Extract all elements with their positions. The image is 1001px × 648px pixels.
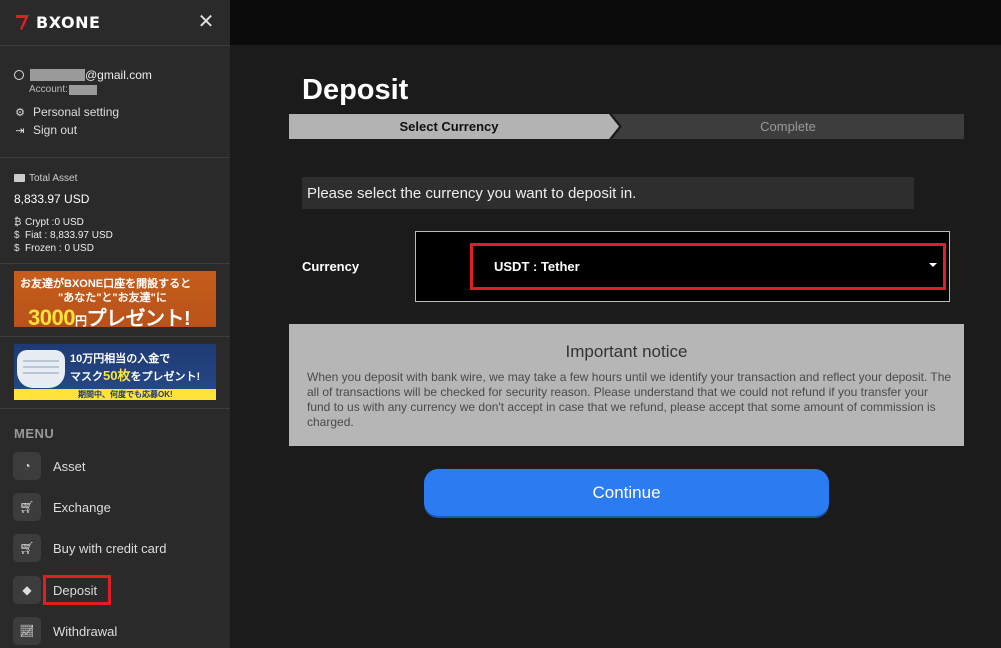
email-suffix: @gmail.com	[85, 67, 152, 82]
dollar-icon: $	[14, 230, 20, 241]
close-sidebar-button[interactable]: ✕	[197, 11, 215, 33]
referral-banner[interactable]: お友達がBXONE口座を開設すると "あなた"と"お友達"に 3000円プレゼン…	[14, 271, 216, 327]
account-email: @gmail.com	[14, 67, 224, 82]
total-asset-value: 8,833.97 USD	[14, 192, 90, 206]
chart-icon: 📈︎	[13, 617, 41, 645]
banner2-line2-b: をプレゼント!	[130, 371, 201, 383]
wallet-icon	[14, 174, 25, 182]
page-title: Deposit	[302, 74, 409, 106]
personal-setting-label: Personal setting	[33, 105, 120, 119]
sign-out-icon: ⇥	[15, 124, 25, 137]
menu-item-withdrawal[interactable]: 📈︎ Withdrawal	[13, 617, 218, 645]
account-label: Account:	[29, 84, 68, 95]
dollar-icon: $	[14, 243, 20, 254]
bitcoin-icon: ₿	[14, 217, 22, 228]
top-bar	[230, 0, 1001, 45]
banner1-amount: 3000	[28, 305, 75, 327]
instruction-text: Please select the currency you want to d…	[302, 177, 914, 209]
close-icon: ✕	[197, 11, 215, 33]
banner2-line2: マスク50枚をプレゼント!	[70, 365, 200, 384]
banner1-suffix: プレゼント!	[86, 308, 191, 327]
currency-label: Currency	[302, 259, 360, 274]
important-notice: Important notice When you deposit with b…	[289, 324, 964, 446]
asset-panel: Total Asset 8,833.97 USD ₿ Crypt : 0 USD…	[14, 172, 224, 255]
fiat-value: 8,833.97 USD	[50, 230, 113, 241]
sign-out-label: Sign out	[33, 123, 78, 137]
gear-icon: ⚙	[15, 106, 25, 119]
logo-mark-icon	[14, 13, 30, 31]
divider	[0, 157, 230, 158]
banner2-line2-a: マスク	[70, 371, 103, 383]
banner1-line3: 3000円プレゼント!	[28, 302, 191, 327]
crypt-line: ₿ Crypt : 0 USD	[14, 216, 224, 229]
sign-out-link[interactable]: ⇥ Sign out	[14, 123, 224, 137]
frozen-value: 0 USD	[64, 243, 94, 254]
mask-icon	[17, 350, 65, 388]
menu-item-label: Withdrawal	[53, 623, 118, 639]
divider	[0, 45, 230, 46]
frozen-line: $ Frozen : 0 USD	[14, 242, 224, 255]
redacted-email	[30, 68, 85, 81]
menu-item-asset[interactable]: ◔ Asset	[13, 452, 218, 480]
sidebar: BXONE ✕ @gmail.com Account: ⚙ Personal s…	[0, 0, 230, 648]
asset-breakdown: ₿ Crypt : 0 USD $ Fiat : 8,833.97 USD $ …	[14, 216, 224, 255]
total-asset-heading: Total Asset	[14, 172, 224, 184]
fiat-line: $ Fiat : 8,833.97 USD	[14, 229, 224, 242]
banner2-line3: 期間中、何度でも応募OK!	[14, 389, 216, 400]
deposit-highlight-box	[43, 575, 111, 605]
notice-body: When you deposit with bank wire, we may …	[307, 370, 952, 429]
menu-item-exchange[interactable]: 🛒︎ Exchange	[13, 493, 218, 521]
divider	[0, 408, 230, 409]
crypt-label: Crypt :	[25, 217, 55, 228]
account-panel: @gmail.com Account: ⚙ Personal setting ⇥…	[14, 67, 224, 137]
cart-icon: 🛒︎	[13, 534, 41, 562]
caret-down-icon	[929, 263, 937, 267]
fiat-label: Fiat :	[25, 230, 48, 241]
menu-item-label: Asset	[53, 458, 86, 474]
app-root: BXONE ✕ @gmail.com Account: ⚙ Personal s…	[0, 0, 1001, 648]
menu-item-buy-credit-card[interactable]: 🛒︎ Buy with credit card	[13, 534, 218, 562]
step-complete: Complete	[612, 114, 964, 139]
notice-title: Important notice	[565, 342, 688, 361]
divider	[0, 263, 230, 264]
brand-logo[interactable]: BXONE	[14, 12, 100, 32]
personal-setting-link[interactable]: ⚙ Personal setting	[14, 105, 224, 119]
frozen-label: Frozen :	[25, 243, 62, 254]
step-select-currency: Select Currency	[289, 114, 619, 139]
divider	[0, 336, 230, 337]
step-progress: Select Currency Complete	[289, 114, 964, 139]
user-icon	[14, 69, 24, 80]
crypt-value: 0 USD	[54, 217, 84, 228]
diamond-icon: ◆	[13, 576, 41, 604]
gauge-icon: ◔	[13, 452, 41, 480]
currency-select[interactable]: USDT : Tether	[470, 243, 946, 290]
brand-name: BXONE	[36, 12, 101, 32]
menu-item-label: Buy with credit card	[53, 540, 167, 556]
banner2-line2-num: 50枚	[103, 368, 131, 383]
menu-heading: MENU	[14, 426, 55, 441]
currency-selected-value: USDT : Tether	[494, 259, 580, 274]
redacted-account	[68, 84, 97, 95]
total-asset-title: Total Asset	[29, 172, 78, 184]
cart-icon: 🛒︎	[13, 493, 41, 521]
account-id: Account:	[29, 84, 224, 95]
banner1-unit: 円	[74, 314, 87, 327]
banner2-line1: 10万円相当の入金で	[70, 353, 171, 365]
continue-button[interactable]: Continue	[424, 469, 829, 516]
mask-promo-banner[interactable]: 10万円相当の入金で マスク50枚をプレゼント! 期間中、何度でも応募OK!	[14, 344, 216, 400]
menu-item-label: Exchange	[53, 499, 111, 515]
